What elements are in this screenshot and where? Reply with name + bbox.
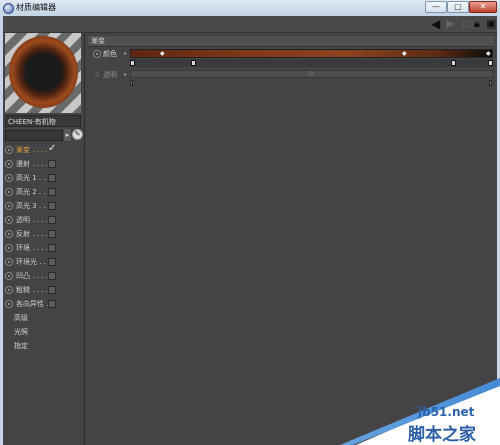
expand-icon[interactable]: ▫ [462, 18, 469, 30]
color-stop-handle[interactable] [488, 60, 493, 66]
channel-label: 粗糙 . . . . [16, 286, 48, 294]
channel-label: 凹凸 . . . . [16, 272, 48, 280]
channel-checkbox[interactable] [48, 258, 56, 266]
channel-diffuse[interactable]: 漫射 . . . . [5, 159, 65, 170]
alpha-stop-track[interactable] [130, 79, 493, 86]
channel-ambient[interactable]: 环境光 . . . [5, 257, 65, 268]
channel-checkbox[interactable] [48, 300, 56, 308]
channel-radio-icon[interactable] [5, 188, 13, 196]
channel-checkbox[interactable] [48, 244, 56, 252]
channel-radio-icon[interactable] [5, 230, 13, 238]
channel-roughness[interactable]: 粗糙 . . . . [5, 285, 65, 296]
channel-radio-icon[interactable] [5, 202, 13, 210]
nav-item-illumination[interactable]: 光照 [14, 327, 28, 338]
channel-specular-1[interactable]: 高光 1 . . . [5, 173, 65, 184]
panel-divider [84, 33, 85, 445]
channel-specular-2[interactable]: 高光 2 . . . [5, 187, 65, 198]
checkmark-icon[interactable]: ✓ [48, 143, 56, 154]
alpha-stop-handle[interactable] [130, 80, 133, 86]
material-search-input[interactable] [5, 130, 63, 141]
channel-checkbox[interactable] [48, 230, 56, 238]
alpha-midpoint-knot-icon[interactable]: ◇ [309, 71, 314, 77]
color-stop-handle[interactable] [191, 60, 196, 66]
channel-checkbox[interactable] [48, 174, 56, 182]
arrow-left-icon[interactable]: ◀ [431, 18, 440, 30]
channel-checkbox[interactable] [48, 160, 56, 168]
channel-gradient[interactable]: 漸变 . . . . ✓ [5, 143, 65, 156]
color-stop-handle[interactable] [130, 60, 135, 66]
window-icon[interactable]: ▣ [486, 18, 496, 30]
channel-label: 高光 2 . . . [16, 188, 51, 196]
color-gradient-bar[interactable] [130, 49, 493, 58]
alpha-param-link-icon[interactable]: ⬦ [95, 70, 99, 80]
channel-label: 漫射 . . . . [16, 160, 48, 168]
material-preview-sphere [9, 36, 78, 108]
channel-radio-icon[interactable] [5, 258, 13, 266]
channel-checkbox[interactable] [48, 286, 56, 294]
channel-label: 高光 3 . . . [16, 202, 51, 210]
arrow-right-icon[interactable]: ▶ [446, 18, 454, 30]
channel-label: 反射 . . . . [16, 230, 48, 238]
color-param-radio-icon[interactable] [93, 50, 101, 58]
channel-radio-icon[interactable] [5, 174, 13, 182]
channel-label: 透明 . . . . [16, 216, 48, 224]
channel-reflection[interactable]: 反射 . . . . [5, 229, 65, 240]
channel-bump[interactable]: 凹凸 . . . . [5, 271, 65, 282]
alpha-stop-handle[interactable] [489, 80, 492, 86]
alpha-param-label: 透明 [103, 71, 117, 79]
color-param-label: 颜色 [103, 50, 117, 58]
lock-icon[interactable]: 🔒︎ [474, 18, 480, 30]
alpha-expand-triangle-icon[interactable]: ▸ [124, 70, 127, 80]
nav-item-advanced[interactable]: 高级 [14, 313, 28, 324]
channel-radio-icon[interactable] [5, 216, 13, 224]
channel-specular-3[interactable]: 高光 3 . . . [5, 201, 65, 212]
close-button[interactable]: ✕ [469, 1, 497, 13]
eyedropper-icon[interactable]: ✎ [72, 129, 83, 140]
watermark-name: 脚本之家 [408, 425, 476, 445]
channel-label: 漸变 . . . . [16, 146, 48, 154]
channel-label: 环境 . . . . [16, 244, 48, 252]
channel-checkbox[interactable] [48, 216, 56, 224]
app-icon [3, 3, 14, 14]
minimize-button[interactable]: — [425, 1, 447, 13]
channel-radio-icon[interactable] [5, 146, 13, 154]
channel-checkbox[interactable] [48, 202, 56, 210]
channel-radio-icon[interactable] [5, 300, 13, 308]
channel-radio-icon[interactable] [5, 272, 13, 280]
material-dropdown-arrow-icon[interactable]: ▸ [64, 129, 71, 141]
gradient-section-header [88, 36, 494, 47]
watermark-site: jb51.net [418, 405, 475, 419]
channel-environment[interactable]: 环境 . . . . [5, 243, 65, 254]
window-title: 材质编辑器 [16, 3, 56, 12]
channel-checkbox[interactable] [48, 272, 56, 280]
channel-radio-icon[interactable] [5, 286, 13, 294]
channel-label: 高光 1 . . . [16, 174, 51, 182]
channel-transparency[interactable]: 透明 . . . . [5, 215, 65, 226]
maximize-button[interactable]: □ [447, 1, 469, 13]
channel-radio-icon[interactable] [5, 160, 13, 168]
channel-checkbox[interactable] [48, 188, 56, 196]
channel-anisotropy[interactable]: 各向异性 . . [5, 299, 65, 310]
color-stop-handle[interactable] [451, 60, 456, 66]
gradient-midpoint-knot-icon[interactable]: ◆ [402, 50, 407, 58]
channel-label: 环境光 . . . [16, 258, 51, 266]
material-name-field[interactable]: CHEEN-有机物 [5, 115, 81, 127]
toolbar [3, 16, 497, 33]
gradient-midpoint-knot-icon[interactable]: ◆ [160, 50, 165, 58]
gradient-section-title: 漸变 [91, 37, 105, 45]
nav-item-assign[interactable]: 指定 [14, 341, 28, 352]
color-expand-triangle-icon[interactable]: ▸ [124, 49, 127, 59]
color-stop-track[interactable] [130, 59, 493, 67]
channel-radio-icon[interactable] [5, 244, 13, 252]
gradient-midpoint-knot-icon[interactable]: ◆ [486, 50, 491, 58]
